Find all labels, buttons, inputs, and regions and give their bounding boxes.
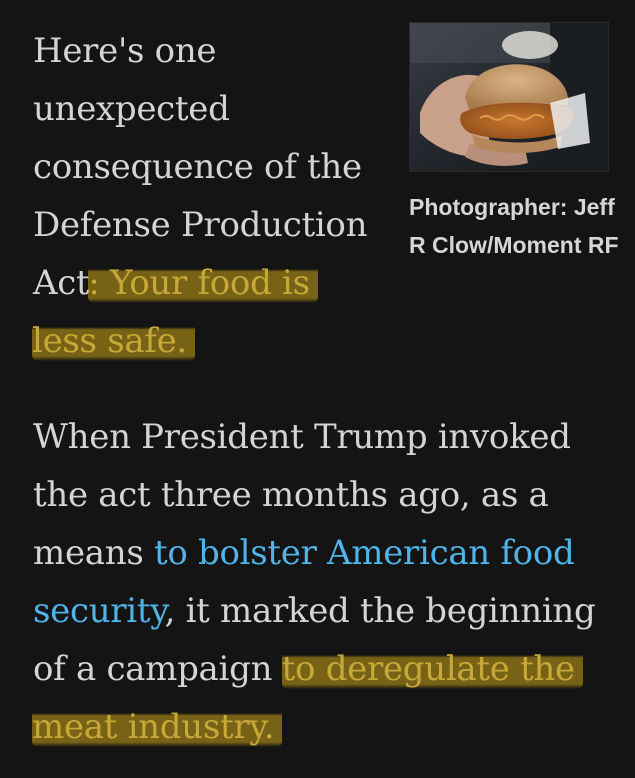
chicken-sandwich-photo-icon bbox=[410, 23, 608, 171]
article-paragraph-intro: Here's one unexpected consequence of the… bbox=[32, 22, 378, 370]
article-paragraph-body: When President Trump invoked the act thr… bbox=[32, 408, 613, 756]
article-photo[interactable] bbox=[409, 22, 609, 172]
photo-caption: Photographer: Jeff R Clow/Moment RF bbox=[409, 194, 619, 258]
